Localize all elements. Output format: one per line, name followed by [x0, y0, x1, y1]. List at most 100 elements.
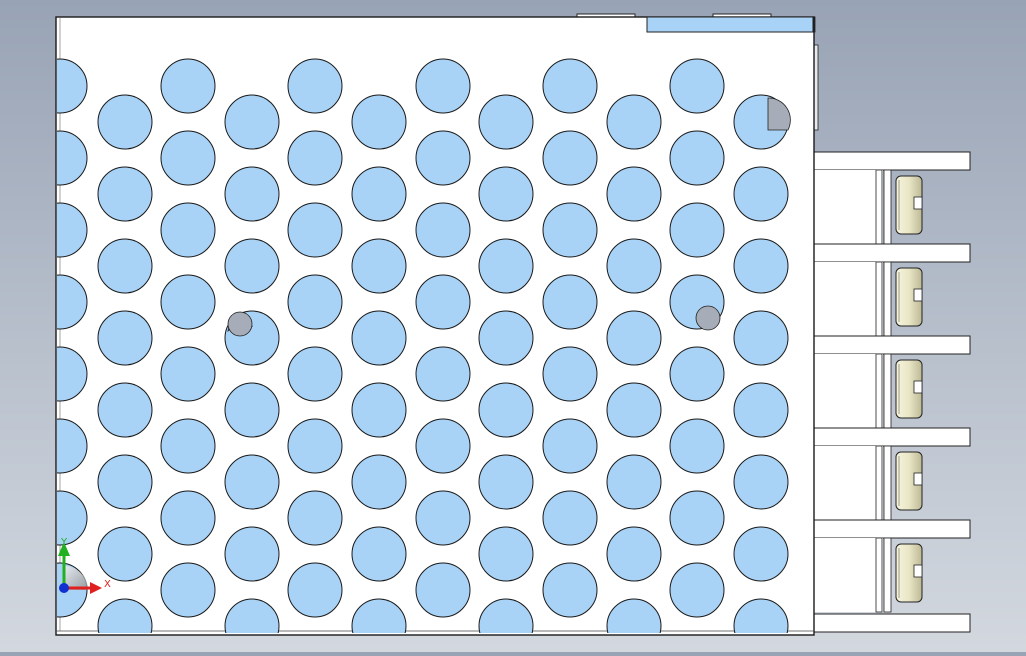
terminal-barrier — [812, 613, 971, 633]
vent-hole — [478, 382, 534, 438]
vent-hole — [160, 562, 216, 618]
vent-hole — [57, 130, 88, 186]
terminal-barrier — [812, 427, 971, 447]
vent-hole — [97, 598, 153, 633]
vent-hole — [415, 58, 471, 114]
vent-hole — [287, 346, 343, 402]
vent-hole — [606, 94, 662, 150]
vent-hole — [478, 454, 534, 510]
perforated-plate — [55, 16, 815, 636]
vent-hole — [351, 526, 407, 582]
y-axis-label: Y — [60, 537, 68, 548]
vent-hole — [733, 526, 789, 582]
vent-hole — [57, 418, 88, 474]
vent-hole — [415, 274, 471, 330]
vent-hole — [160, 130, 216, 186]
vent-hole — [224, 166, 280, 222]
vent-hole — [160, 274, 216, 330]
vent-hole — [57, 346, 88, 402]
vent-hole — [351, 382, 407, 438]
vent-hole — [351, 310, 407, 366]
vent-hole — [733, 598, 789, 633]
vent-hole — [351, 238, 407, 294]
vent-hole — [542, 202, 598, 258]
vent-hole — [669, 58, 725, 114]
vent-hole — [669, 562, 725, 618]
vent-hole — [606, 310, 662, 366]
vent-hole — [733, 310, 789, 366]
vent-hole — [287, 418, 343, 474]
vent-hole — [606, 238, 662, 294]
vent-hole — [351, 454, 407, 510]
vent-hole — [160, 58, 216, 114]
vent-hole — [57, 274, 88, 330]
vent-hole — [287, 274, 343, 330]
vent-hole — [669, 130, 725, 186]
vent-hole — [224, 94, 280, 150]
vent-hole — [57, 490, 88, 546]
vent-hole — [733, 454, 789, 510]
vent-hole — [733, 382, 789, 438]
vent-hole — [478, 598, 534, 633]
vent-hole — [57, 58, 88, 114]
vent-hole — [415, 202, 471, 258]
vent-hole — [542, 562, 598, 618]
vent-hole — [351, 166, 407, 222]
vent-hole — [542, 490, 598, 546]
vent-hole — [160, 418, 216, 474]
vent-hole — [669, 418, 725, 474]
vent-hole — [97, 454, 153, 510]
vent-hole — [57, 202, 88, 258]
vent-hole — [669, 490, 725, 546]
vent-hole — [224, 526, 280, 582]
vent-hole — [160, 346, 216, 402]
vent-hole — [415, 562, 471, 618]
terminal-barrier — [812, 335, 971, 355]
vent-hole — [733, 166, 789, 222]
vent-hole — [606, 526, 662, 582]
boss-right — [695, 305, 721, 331]
vent-hole — [542, 346, 598, 402]
vent-hole — [287, 130, 343, 186]
terminal-barrier — [812, 519, 971, 539]
boss-left — [227, 311, 253, 337]
vent-hole — [287, 490, 343, 546]
vent-hole — [542, 58, 598, 114]
vent-hole — [478, 526, 534, 582]
vent-hole — [160, 202, 216, 258]
vent-hole — [97, 166, 153, 222]
vent-hole — [287, 562, 343, 618]
vent-hole — [542, 130, 598, 186]
terminal-block — [812, 151, 971, 633]
vent-hole — [97, 94, 153, 150]
vent-hole — [351, 598, 407, 633]
x-axis-label: X — [104, 579, 111, 590]
vent-hole — [224, 382, 280, 438]
vent-hole — [606, 382, 662, 438]
vent-hole — [415, 130, 471, 186]
vent-hole — [160, 490, 216, 546]
terminal-barrier — [812, 243, 971, 263]
vent-hole — [351, 94, 407, 150]
vent-hole — [606, 454, 662, 510]
vent-hole — [606, 598, 662, 633]
vent-hole — [415, 346, 471, 402]
vent-hole — [478, 238, 534, 294]
vent-hole — [287, 202, 343, 258]
terminal-barrier — [812, 151, 971, 171]
cad-graphics-viewport[interactable]: Y X — [0, 0, 1026, 652]
vent-hole — [97, 382, 153, 438]
model-scene: Y X — [55, 13, 971, 636]
vent-hole — [669, 202, 725, 258]
vent-hole — [97, 238, 153, 294]
origin-dot — [59, 583, 69, 593]
vent-hole — [478, 94, 534, 150]
vent-hole — [733, 238, 789, 294]
vent-hole — [224, 238, 280, 294]
vent-hole — [415, 490, 471, 546]
vent-hole — [97, 526, 153, 582]
vent-hole — [542, 418, 598, 474]
vent-hole — [606, 166, 662, 222]
vent-hole — [669, 346, 725, 402]
vent-hole — [287, 58, 343, 114]
